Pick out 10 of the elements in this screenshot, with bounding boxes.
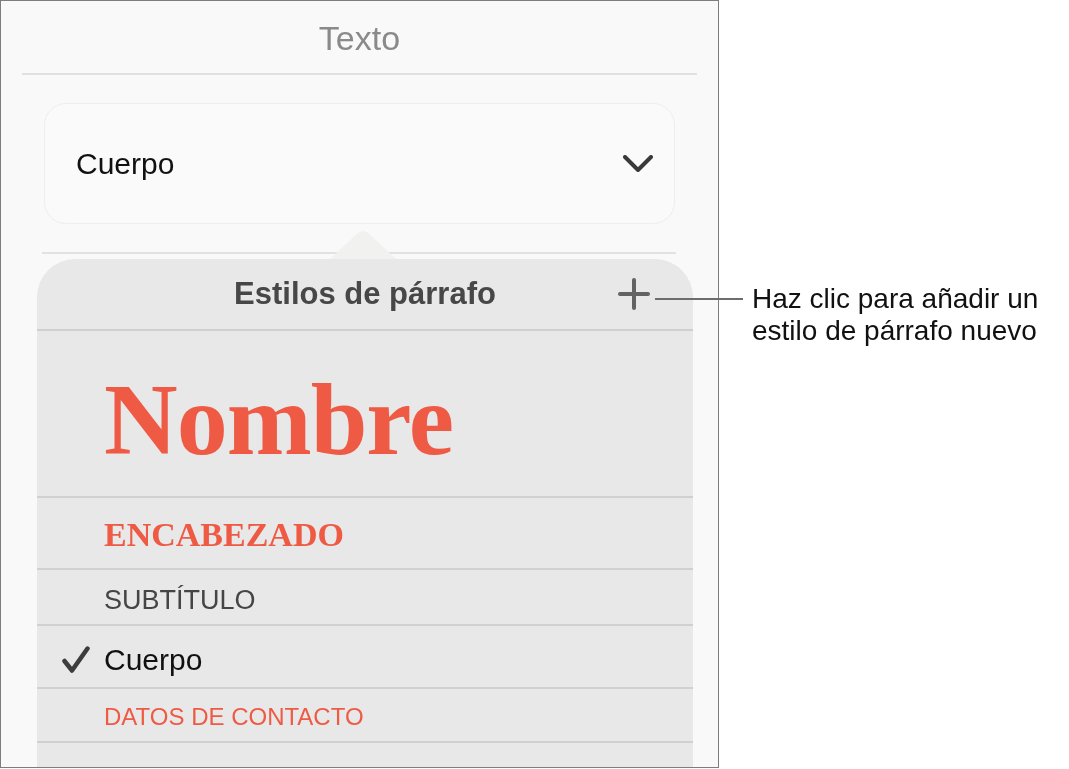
paragraph-style-item[interactable]: Cuerpo bbox=[37, 626, 693, 689]
style-dropdown[interactable]: Cuerpo bbox=[44, 103, 675, 224]
paragraph-style-item[interactable]: SUBTÍTULO bbox=[37, 570, 693, 626]
panel-title: Texto bbox=[318, 20, 401, 58]
add-style-button[interactable] bbox=[618, 278, 650, 310]
chevron-down-icon bbox=[623, 155, 653, 172]
plus-icon bbox=[618, 278, 650, 310]
popover-title: Estilos de párrafo bbox=[234, 276, 496, 312]
checkmark-icon bbox=[62, 646, 90, 673]
callout-text: Haz clic para añadir un estilo de párrafo nuevo bbox=[752, 283, 1040, 347]
